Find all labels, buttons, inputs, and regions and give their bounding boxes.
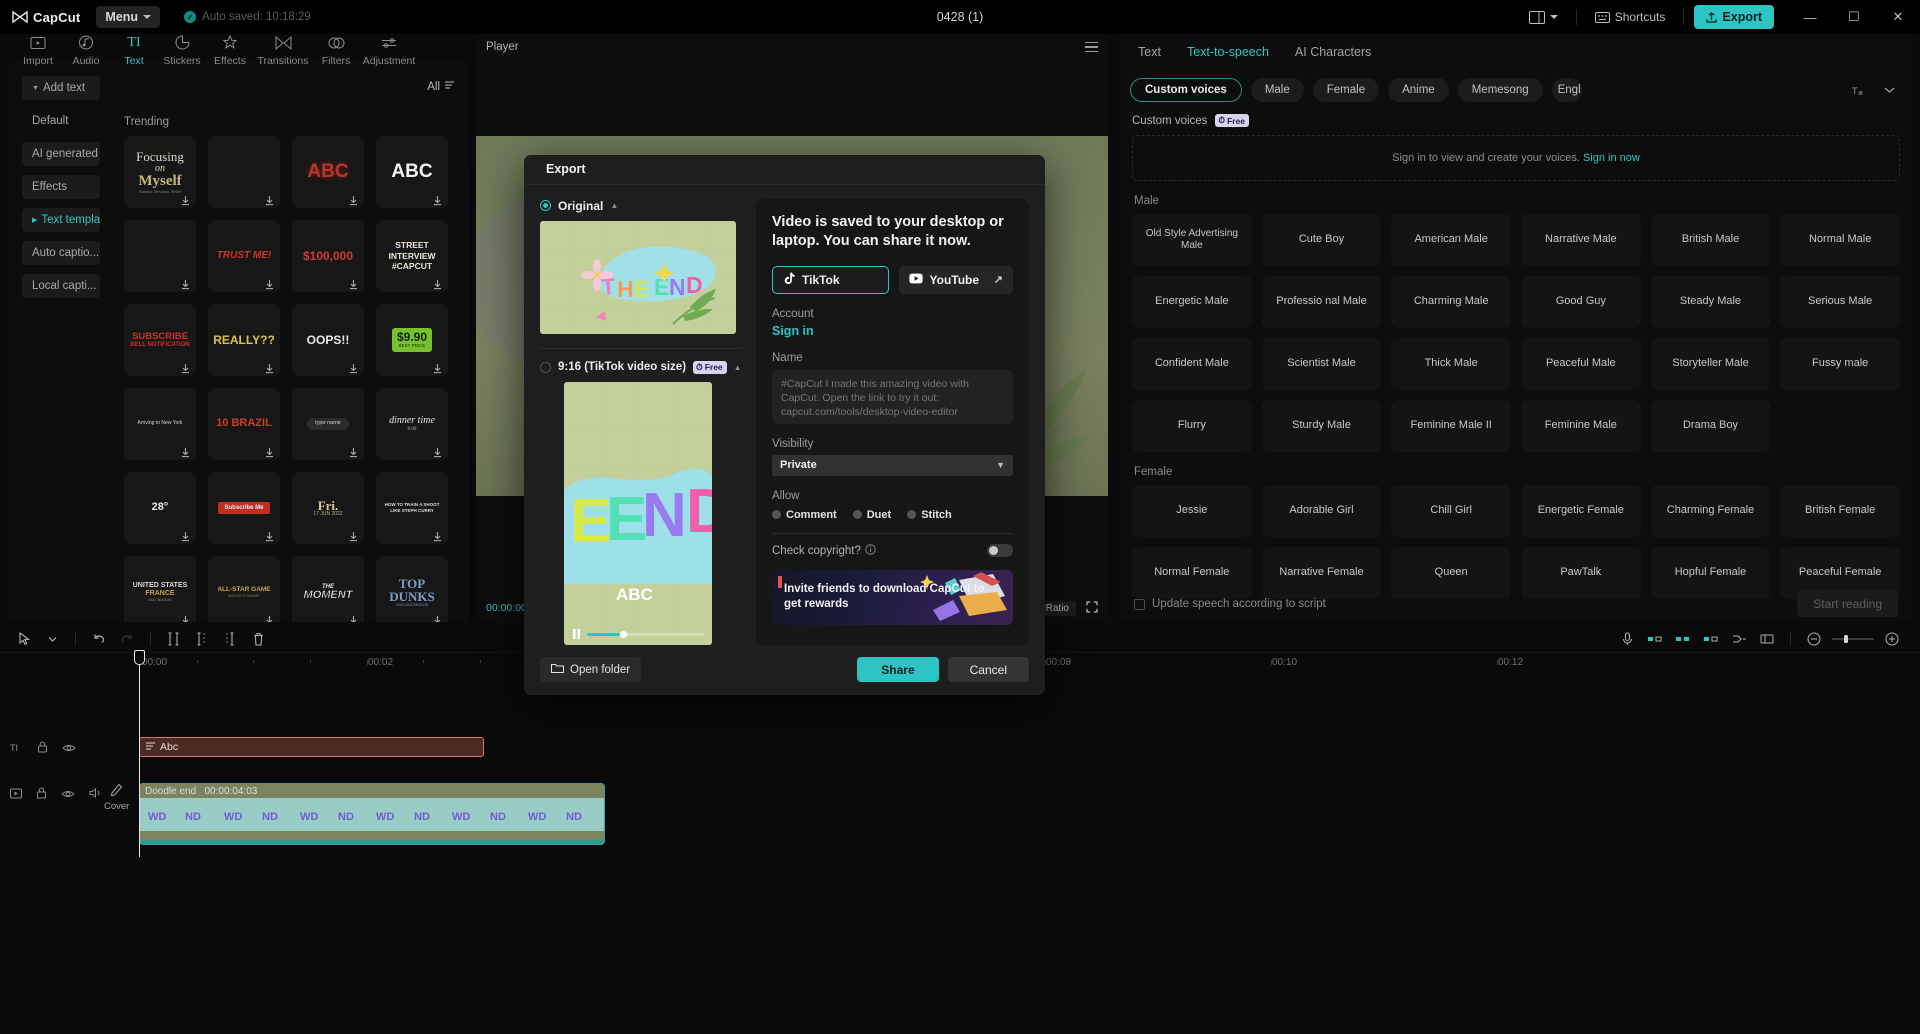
- dot-icon: [772, 510, 781, 520]
- chevron-up-icon[interactable]: ▲: [734, 363, 742, 372]
- invite-friends-banner[interactable]: Invite friends to download CapCut to get…: [772, 569, 1013, 625]
- export-dialog-body: Original ▲ T H E E N D 9:16 (TikTok vide…: [524, 185, 1045, 645]
- dot-icon: [852, 510, 862, 520]
- dialog-actions: Share Cancel: [857, 657, 1029, 683]
- preview-playbar: [564, 625, 712, 645]
- svg-text:H: H: [617, 276, 634, 302]
- name-input[interactable]: #CapCut I made this amazing video with C…: [772, 369, 1013, 424]
- capcut-app-window: CapCut Menu ✓ Auto saved: 10:18:29 0428 …: [0, 0, 1920, 1034]
- allow-duet-label: Duet: [866, 508, 892, 521]
- cancel-button[interactable]: Cancel: [947, 657, 1029, 683]
- allow-stitch-label: Stitch: [921, 508, 952, 521]
- allow-options: Comment Duet Stitch: [772, 509, 1013, 521]
- export-preview-column: Original ▲ T H E E N D 9:16 (TikTok vide…: [540, 199, 742, 645]
- svg-text:ABC: ABC: [616, 585, 653, 604]
- open-folder-button[interactable]: Open folder: [540, 657, 642, 683]
- preview-progress-knob[interactable]: [619, 630, 627, 638]
- tiktok-size-radio[interactable]: [540, 361, 551, 373]
- original-label: Original: [558, 198, 604, 213]
- tiktok-size-label: 9:16 (TikTok video size): [558, 361, 687, 374]
- original-thumbnail: T H E E N D: [540, 220, 736, 334]
- signin-link[interactable]: Sign in: [772, 324, 1013, 338]
- name-label: Name: [772, 351, 803, 364]
- tiktok-icon: [783, 272, 795, 288]
- chevron-down-icon: ▼: [996, 460, 1005, 471]
- preview-progress-track[interactable]: [587, 630, 704, 638]
- original-radio[interactable]: [540, 200, 551, 212]
- original-option-row[interactable]: Original ▲: [540, 199, 742, 213]
- tiktok-size-option-row[interactable]: 9:16 (TikTok video size) ⏱ Free ▲: [540, 360, 742, 374]
- tiktok-share-button[interactable]: TikTok: [772, 265, 889, 294]
- export-share-column: Video is saved to your desktop or laptop…: [756, 198, 1029, 645]
- youtube-share-button[interactable]: YouTube ↗: [898, 265, 1013, 294]
- modal-overlay: Export Original ▲ T H E E N D 9:16 (TikT…: [0, 0, 1920, 1034]
- dot-icon: [907, 510, 917, 520]
- export-dialog: Export Original ▲ T H E E N D 9:16 (TikT…: [524, 155, 1045, 695]
- svg-text:E: E: [654, 274, 669, 300]
- visibility-label: Visibility: [772, 437, 814, 450]
- allow-label: Allow: [772, 489, 800, 502]
- visibility-select[interactable]: Private ▼: [772, 454, 1013, 476]
- open-folder-label: Open folder: [570, 663, 631, 676]
- svg-text:N: N: [642, 481, 687, 550]
- svg-text:N: N: [669, 274, 686, 300]
- free-badge-label: Free: [704, 362, 723, 373]
- youtube-icon: [908, 273, 923, 287]
- divider: [540, 347, 742, 349]
- copyright-row: Check copyright?: [772, 544, 1013, 558]
- youtube-label: YouTube: [929, 272, 980, 287]
- export-dialog-footer: Open folder Share Cancel: [524, 645, 1045, 695]
- copyright-label: Check copyright?: [772, 544, 861, 557]
- allow-stitch-toggle[interactable]: Stitch: [907, 509, 952, 521]
- svg-text:D: D: [686, 477, 712, 546]
- allow-comment-label: Comment: [786, 508, 837, 521]
- external-link-icon: ↗: [993, 274, 1003, 287]
- tiktok-preview: E E N D ABC: [564, 381, 712, 645]
- divider: [772, 532, 1013, 534]
- share-button[interactable]: Share: [857, 657, 939, 683]
- copyright-toggle[interactable]: [987, 544, 1013, 558]
- chevron-up-icon[interactable]: ▲: [610, 201, 618, 210]
- pause-icon[interactable]: [572, 626, 581, 644]
- svg-text:E: E: [634, 276, 649, 302]
- allow-duet-toggle[interactable]: Duet: [852, 508, 892, 521]
- share-targets: TikTok YouTube ↗: [772, 265, 1013, 294]
- allow-comment-toggle[interactable]: Comment: [772, 509, 837, 521]
- preview-progress-fill: [587, 633, 620, 637]
- visibility-value: Private: [780, 459, 817, 472]
- saved-message: Video is saved to your desktop or laptop…: [772, 213, 1004, 250]
- tiktok-label: TikTok: [802, 272, 840, 287]
- invite-friends-text: Invite friends to download CapCut to get…: [784, 582, 985, 611]
- svg-text:D: D: [686, 272, 703, 298]
- export-dialog-title: Export: [524, 155, 1045, 185]
- info-icon[interactable]: [865, 544, 876, 558]
- folder-icon: [551, 663, 564, 677]
- account-label: Account: [772, 307, 814, 320]
- free-badge: ⏱ Free: [693, 360, 727, 374]
